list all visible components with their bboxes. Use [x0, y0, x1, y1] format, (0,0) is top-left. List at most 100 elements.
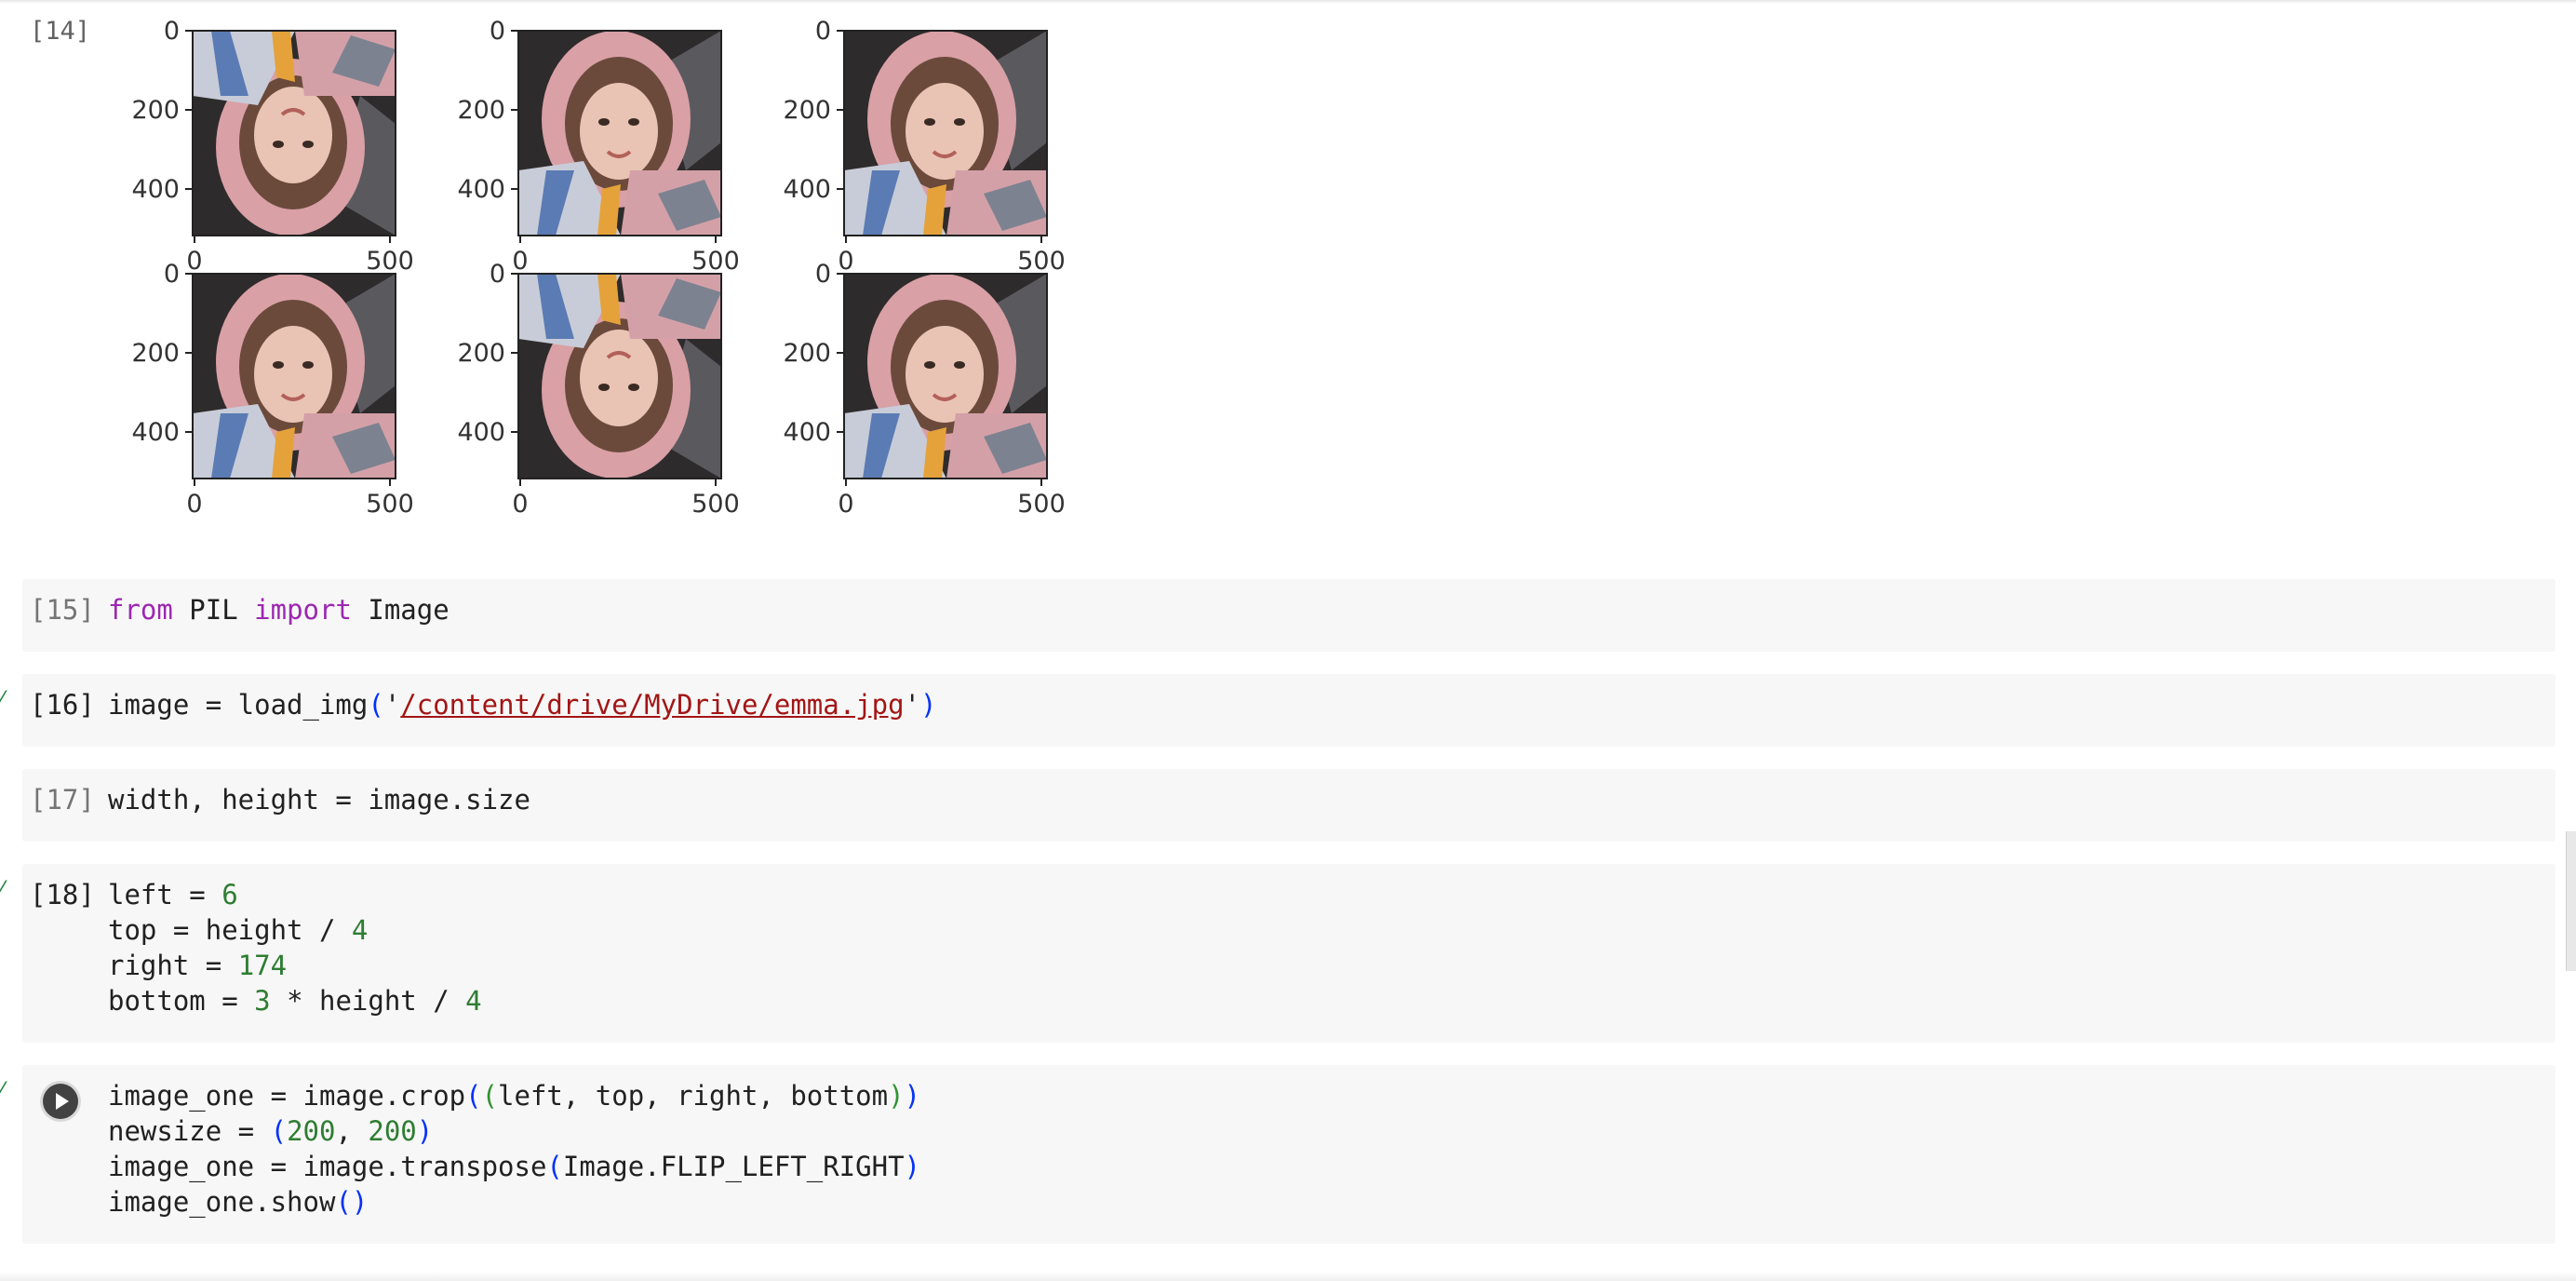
code-line: right = 174 [108, 948, 482, 983]
y-tick-label: 200 [131, 96, 180, 125]
code-line: image = load_img('/content/drive/MyDrive… [108, 687, 936, 722]
code-line: newsize = (200, 200) [108, 1113, 920, 1149]
play-circle-icon[interactable] [43, 1084, 78, 1119]
code-token: ) [416, 1115, 434, 1147]
code-token: ) [888, 1080, 905, 1112]
execution-count: [15] [30, 594, 95, 626]
x-tick-label: 500 [1017, 247, 1066, 276]
y-tick-label: 400 [783, 418, 831, 447]
code-line: image_one = image.transpose(Image.FLIP_L… [108, 1149, 920, 1184]
code-cell[interactable]: [17] width, height = image.size [22, 769, 2556, 842]
subplot-image-4 [193, 274, 396, 479]
code-token: Image [351, 594, 449, 626]
code-token: ' [904, 689, 921, 721]
code-line: left = 6 [108, 877, 482, 912]
y-tick-label: 200 [457, 339, 505, 368]
code-cell[interactable]: ⁄ [18] left = 6 top = height / 4 right = 174… [0, 864, 2556, 1043]
code-line: image_one = image.crop((left, top, right… [108, 1078, 920, 1113]
string-link[interactable]: /content/drive/MyDrive/emma.jpg [400, 689, 904, 721]
code-token: import [254, 594, 352, 626]
code-token: ) [920, 689, 937, 721]
code-cell[interactable]: ⁄ [16] image = load_img('/content/drive/My… [0, 674, 2556, 747]
subplot-1: 0 200 400 0 500 [131, 17, 413, 276]
x-tick-label: 500 [1017, 490, 1066, 519]
code-token: left, top, right, bottom [498, 1080, 889, 1112]
subplot-image-2 [518, 31, 721, 236]
subplot-image-5 [518, 274, 721, 479]
code-token: 3 [254, 985, 271, 1017]
top-shadow [0, 0, 2576, 4]
x-tick-label: 0 [186, 247, 202, 276]
subplot-5: 0 200 400 0 500 [457, 260, 739, 519]
x-tick-label: 0 [838, 247, 853, 276]
code-token: image_one.show [108, 1186, 336, 1218]
code-token: ( [546, 1151, 563, 1182]
code-editor[interactable]: left = 6 top = height / 4 right = 174 botto… [108, 877, 482, 1018]
code-cell[interactable]: ⁄ image_one = image.crop((left, top, righ… [0, 1065, 2556, 1244]
x-tick-label: 500 [691, 490, 740, 519]
check-icon: ⁄ [0, 1079, 4, 1102]
code-token: top = height / [108, 914, 352, 946]
code-token: image_one = image.crop [108, 1080, 466, 1112]
check-icon: ⁄ [0, 878, 4, 901]
y-tick-label: 400 [783, 175, 831, 204]
code-token: ( [465, 1080, 482, 1112]
y-tick-label: 400 [457, 418, 505, 447]
execution-count: [16] [30, 689, 95, 721]
execution-count: [17] [30, 784, 95, 816]
code-token: ( [368, 689, 384, 721]
code-line: image_one.show() [108, 1184, 920, 1220]
y-tick-label: 0 [164, 17, 180, 46]
code-token: bottom = [108, 985, 255, 1017]
code-token: left = [108, 879, 222, 910]
code-editor[interactable]: from PIL import Image [108, 592, 449, 627]
x-tick-label: 500 [366, 247, 414, 276]
code-token: ' [383, 689, 401, 721]
code-editor[interactable]: image_one = image.crop((left, top, right… [108, 1078, 920, 1220]
x-tick-label: 500 [691, 247, 740, 276]
subplot-6: 0 200 400 0 500 [783, 260, 1065, 519]
subplot-image-1 [193, 31, 396, 236]
code-line: width, height = image.size [108, 782, 530, 817]
code-editor[interactable]: width, height = image.size [108, 782, 530, 817]
code-token: 4 [465, 985, 482, 1017]
code-token: ( [481, 1080, 499, 1112]
y-tick-label: 400 [131, 418, 180, 447]
code-token: 4 [351, 914, 369, 946]
y-tick-label: 0 [164, 260, 180, 289]
y-tick-label: 400 [131, 175, 180, 204]
y-tick-label: 200 [783, 96, 831, 125]
y-tick-label: 400 [457, 175, 505, 204]
subplot-image-3 [844, 31, 1047, 236]
x-tick-label: 500 [366, 490, 414, 519]
x-tick-label: 0 [838, 490, 853, 519]
code-line: top = height / 4 [108, 912, 482, 948]
y-tick-label: 200 [457, 96, 505, 125]
code-line: from PIL import Image [108, 592, 449, 627]
code-token: PIL [172, 594, 255, 626]
code-token: from [108, 594, 173, 626]
execution-count: [18] [30, 879, 95, 910]
x-tick-label: 0 [512, 490, 528, 519]
code-token: ( [270, 1115, 288, 1147]
code-cell[interactable]: [15] from PIL import Image [22, 579, 2556, 652]
y-tick-label: 0 [490, 260, 505, 289]
code-token: ) [904, 1151, 920, 1182]
code-token: 174 [237, 950, 288, 981]
code-token: () [335, 1186, 369, 1218]
code-token: width, height = image.size [108, 784, 530, 816]
code-editor[interactable]: image = load_img('/content/drive/MyDrive… [108, 687, 936, 722]
code-token: ) [904, 1080, 921, 1112]
code-line: bottom = 3 * height / 4 [108, 983, 482, 1018]
scrollbar-thumb[interactable] [2566, 831, 2576, 971]
x-tick-label: 0 [186, 490, 202, 519]
code-token: image_one = image.transpose [108, 1151, 547, 1182]
code-token: image = load_img [108, 689, 369, 721]
bottom-shadow [0, 1272, 2576, 1281]
code-token: , [335, 1115, 369, 1147]
y-tick-label: 0 [815, 17, 831, 46]
subplot-figure: 0 200 400 0 500 0 200 400 0 500 0 200 400 0 500 0 200 400… [131, 17, 1066, 519]
subplot-image-6 [844, 274, 1047, 479]
y-tick-label: 0 [490, 17, 505, 46]
code-token: newsize = [108, 1115, 271, 1147]
